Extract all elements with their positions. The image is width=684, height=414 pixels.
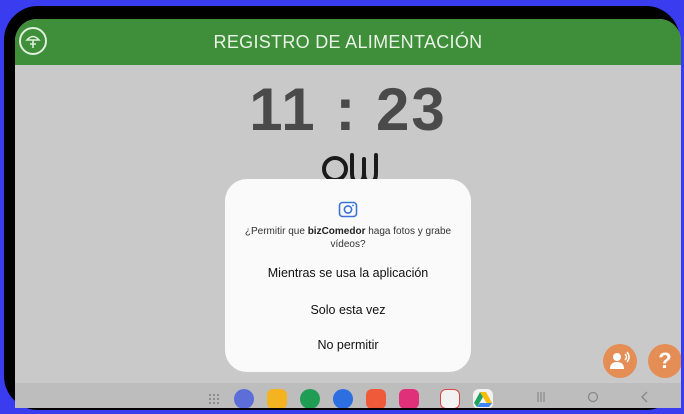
gmail-icon[interactable] — [440, 389, 460, 408]
camera-permission-dialog: ¿Permitir que bizComedor haga fotos y gr… — [225, 179, 471, 372]
drive-logo-icon — [474, 392, 492, 407]
messages-icon[interactable] — [234, 389, 254, 408]
speaking-person-icon — [610, 351, 630, 369]
camera-icon — [338, 201, 358, 218]
camera-app-icon[interactable] — [399, 389, 419, 408]
allow-while-using-button[interactable]: Mientras se usa la aplicación — [225, 266, 471, 280]
app-header: REGISTRO DE ALIMENTACIÓN — [15, 19, 681, 65]
permission-message-prefix: ¿Permitir que — [244, 226, 308, 237]
recent-apps-icon[interactable] — [535, 391, 547, 403]
app-screen: REGISTRO DE ALIMENTACIÓN 11 : 23 ¿Permit… — [15, 19, 681, 408]
help-icon: ? — [658, 348, 672, 373]
voice-assistant-button[interactable] — [603, 344, 637, 378]
home-icon[interactable] — [587, 391, 599, 403]
back-icon[interactable] — [639, 391, 651, 403]
phone-icon[interactable] — [300, 389, 320, 408]
drive-icon[interactable] — [473, 389, 493, 408]
system-taskbar — [15, 383, 681, 408]
app-logo-icon — [19, 27, 47, 55]
chat-icon[interactable] — [333, 389, 353, 408]
deny-button[interactable]: No permitir — [225, 338, 471, 352]
help-button[interactable]: ? — [648, 344, 681, 378]
clock-display: 11 : 23 — [249, 76, 447, 143]
apps-grid-icon[interactable] — [208, 393, 220, 405]
page-title: REGISTRO DE ALIMENTACIÓN — [213, 31, 483, 52]
permission-message: ¿Permitir que bizComedor haga fotos y gr… — [238, 225, 458, 251]
files-icon[interactable] — [267, 389, 287, 408]
contacts-icon[interactable] — [366, 389, 386, 408]
permission-app-name: bizComedor — [307, 226, 366, 237]
allow-once-button[interactable]: Solo esta vez — [225, 303, 471, 317]
